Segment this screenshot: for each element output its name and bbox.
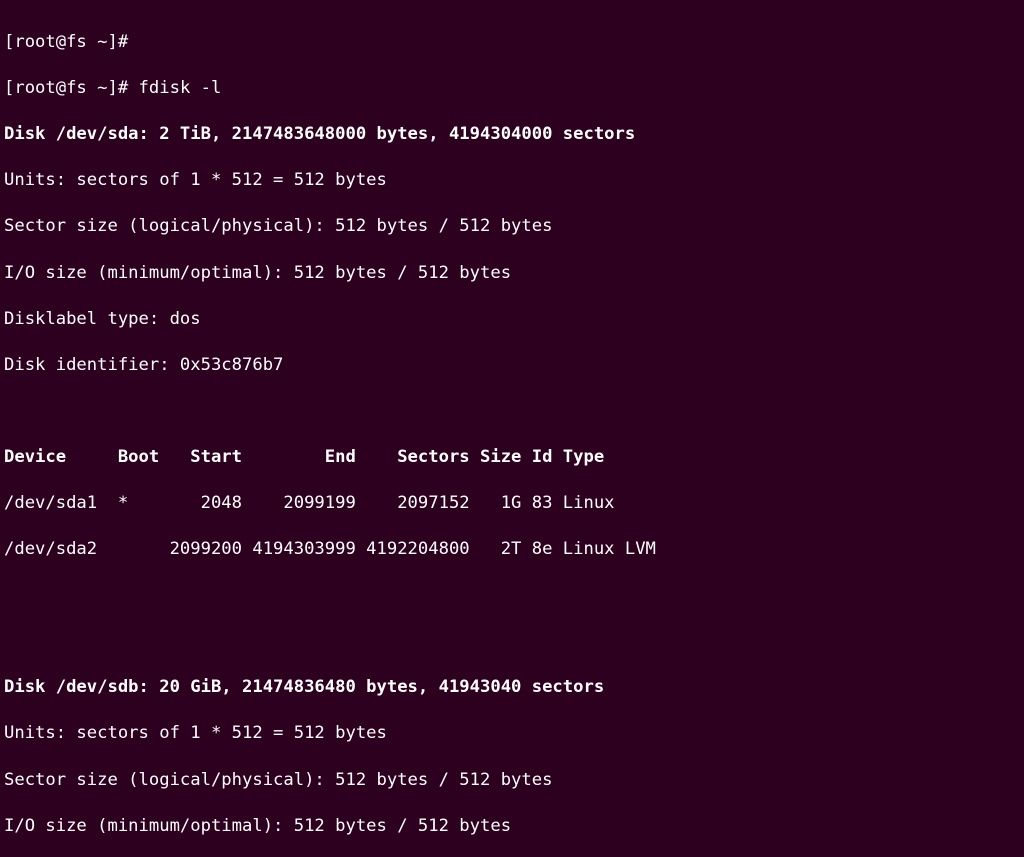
disk-sector-size: Sector size (logical/physical): 512 byte… <box>4 215 1020 238</box>
blank-line <box>4 400 1020 423</box>
disk-header-sdb: Disk /dev/sdb: 20 GiB, 21474836480 bytes… <box>4 676 1020 699</box>
disk-units: Units: sectors of 1 * 512 = 512 bytes <box>4 169 1020 192</box>
prompt-line-2: [root@fs ~]# fdisk -l <box>4 77 1020 100</box>
prompt-line-1: [root@fs ~]# <box>4 31 1020 54</box>
disk-header-sda: Disk /dev/sda: 2 TiB, 2147483648000 byte… <box>4 123 1020 146</box>
prompt: [root@fs ~]# <box>4 78 128 98</box>
partition-table-header: Device Boot Start End Sectors Size Id Ty… <box>4 446 1020 469</box>
disk-sector-size: Sector size (logical/physical): 512 byte… <box>4 769 1020 792</box>
disk-io-size: I/O size (minimum/optimal): 512 bytes / … <box>4 262 1020 285</box>
disk-identifier: Disk identifier: 0x53c876b7 <box>4 354 1020 377</box>
partition-row-sda1: /dev/sda1 * 2048 2099199 2097152 1G 83 L… <box>4 492 1020 515</box>
blank-line <box>4 584 1020 607</box>
command-fdisk: fdisk -l <box>139 78 222 98</box>
terminal[interactable]: [root@fs ~]# [root@fs ~]# fdisk -l Disk … <box>0 0 1024 857</box>
disk-label-type: Disklabel type: dos <box>4 308 1020 331</box>
prompt: [root@fs ~]# <box>4 32 128 52</box>
blank-line <box>4 630 1020 653</box>
disk-units: Units: sectors of 1 * 512 = 512 bytes <box>4 722 1020 745</box>
disk-io-size: I/O size (minimum/optimal): 512 bytes / … <box>4 815 1020 838</box>
partition-row-sda2: /dev/sda2 2099200 4194303999 4192204800 … <box>4 538 1020 561</box>
